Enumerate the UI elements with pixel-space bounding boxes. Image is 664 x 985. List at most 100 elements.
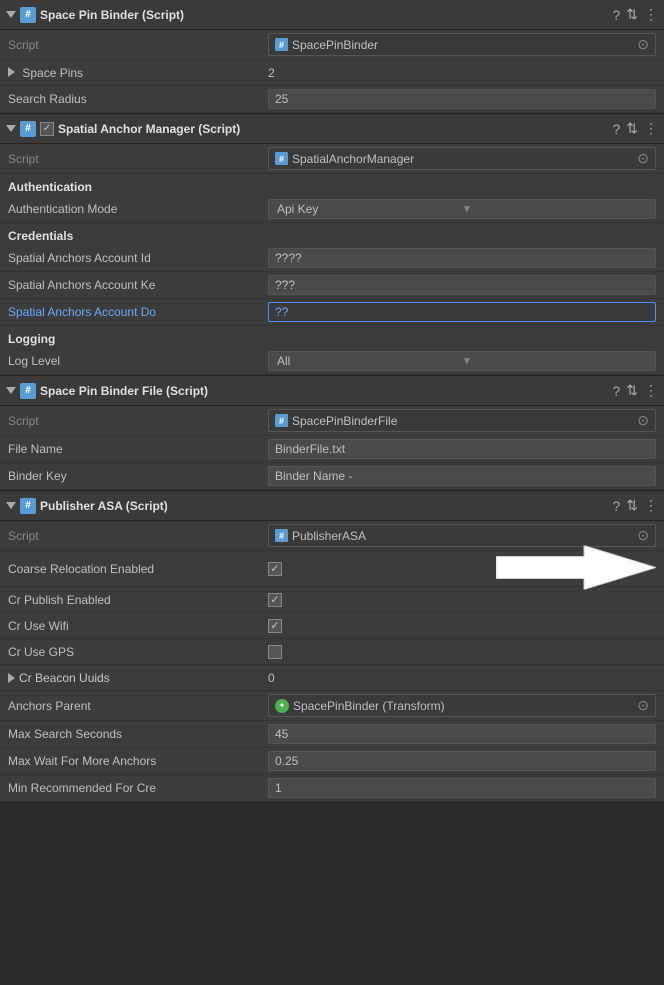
- settings-icon[interactable]: ⇅: [626, 6, 638, 23]
- space-pins-row: Space Pins 2: [0, 60, 664, 86]
- expand-icon[interactable]: [8, 67, 15, 77]
- auth-mode-dropdown[interactable]: Api Key ▼: [268, 199, 656, 219]
- account-key-input[interactable]: ???: [268, 275, 656, 295]
- space-pins-label: Space Pins: [8, 66, 268, 80]
- circle-arrow-icon[interactable]: ⊙: [637, 150, 649, 167]
- spatial-anchor-manager-title: Spatial Anchor Manager (Script): [58, 122, 612, 136]
- question-icon[interactable]: ?: [612, 383, 620, 399]
- anchors-parent-value: ✦ SpacePinBinder (Transform) ⊙: [268, 694, 656, 717]
- header-icons: ? ⇅ ⋮: [612, 6, 658, 23]
- script-value: # SpatialAnchorManager ⊙: [268, 147, 656, 170]
- cr-publish-label: Cr Publish Enabled: [8, 593, 268, 607]
- collapse-icon[interactable]: [6, 502, 16, 509]
- script-row: Script # SpacePinBinderFile ⊙: [0, 406, 664, 436]
- spatial-anchor-manager-header[interactable]: # Spatial Anchor Manager (Script) ? ⇅ ⋮: [0, 114, 664, 144]
- script-label: Script: [8, 414, 268, 428]
- cr-publish-row: Cr Publish Enabled: [0, 587, 664, 613]
- space-pin-binder-file-panel: # Space Pin Binder File (Script) ? ⇅ ⋮ S…: [0, 376, 664, 491]
- coarse-relocation-row: Coarse Relocation Enabled: [0, 551, 664, 587]
- search-radius-row: Search Radius 25: [0, 86, 664, 113]
- space-pin-binder-panel: # Space Pin Binder (Script) ? ⇅ ⋮ Script…: [0, 0, 664, 114]
- max-wait-label: Max Wait For More Anchors: [8, 754, 268, 768]
- space-pin-binder-file-header[interactable]: # Space Pin Binder File (Script) ? ⇅ ⋮: [0, 376, 664, 406]
- settings-icon[interactable]: ⇅: [626, 497, 638, 514]
- hash-icon: #: [20, 383, 36, 399]
- menu-icon[interactable]: ⋮: [644, 382, 658, 399]
- cr-publish-checkbox[interactable]: [268, 593, 282, 607]
- menu-icon[interactable]: ⋮: [644, 6, 658, 23]
- cr-gps-checkbox[interactable]: [268, 645, 282, 659]
- coarse-relocation-checkbox[interactable]: [268, 562, 282, 576]
- circle-arrow-icon[interactable]: ⊙: [637, 36, 649, 53]
- settings-icon[interactable]: ⇅: [626, 382, 638, 399]
- circle-arrow-icon[interactable]: ⊙: [637, 412, 649, 429]
- cr-publish-checkbox-wrap[interactable]: [268, 593, 286, 607]
- max-search-seconds-row: Max Search Seconds 45: [0, 721, 664, 748]
- auth-section-label: Authentication: [0, 174, 664, 196]
- search-radius-input[interactable]: 25: [268, 89, 656, 109]
- hash-icon: #: [20, 121, 36, 137]
- binder-key-input[interactable]: Binder Name -: [268, 466, 656, 486]
- account-domain-label: Spatial Anchors Account Do: [8, 305, 268, 319]
- hash-icon: #: [20, 7, 36, 23]
- circle-arrow-icon[interactable]: ⊙: [637, 527, 649, 544]
- space-pins-value: 2: [268, 66, 656, 80]
- creds-section-label: Credentials: [0, 223, 664, 245]
- account-id-row: Spatial Anchors Account Id ????: [0, 245, 664, 272]
- cr-beacon-row: Cr Beacon Uuids 0: [0, 665, 664, 691]
- cr-wifi-checkbox[interactable]: [268, 619, 282, 633]
- expand-icon[interactable]: [8, 673, 15, 683]
- circle-arrow-icon[interactable]: ⊙: [637, 697, 649, 714]
- cr-beacon-value: 0: [268, 671, 656, 685]
- collapse-icon[interactable]: [6, 387, 16, 394]
- max-search-seconds-input[interactable]: 45: [268, 724, 656, 744]
- settings-icon[interactable]: ⇅: [626, 120, 638, 137]
- account-domain-input[interactable]: ??: [268, 302, 656, 322]
- cr-wifi-checkbox-wrap[interactable]: [268, 619, 286, 633]
- space-pin-binder-title: Space Pin Binder (Script): [40, 8, 612, 22]
- coarse-relocation-checkbox-wrap[interactable]: [268, 562, 286, 576]
- coarse-relocation-section: Coarse Relocation Enabled: [0, 551, 664, 587]
- script-name: PublisherASA: [292, 529, 366, 543]
- script-name: SpatialAnchorManager: [292, 152, 414, 166]
- script-value: # SpacePinBinderFile ⊙: [268, 409, 656, 432]
- header-icons: ? ⇅ ⋮: [612, 497, 658, 514]
- hash-icon: #: [20, 498, 36, 514]
- file-name-row: File Name BinderFile.txt: [0, 436, 664, 463]
- collapse-icon[interactable]: [6, 11, 16, 18]
- question-icon[interactable]: ?: [612, 7, 620, 23]
- script-label: Script: [8, 38, 268, 52]
- account-id-input[interactable]: ????: [268, 248, 656, 268]
- question-icon[interactable]: ?: [612, 498, 620, 514]
- min-recommended-label: Min Recommended For Cre: [8, 781, 268, 795]
- publisher-asa-header[interactable]: # Publisher ASA (Script) ? ⇅ ⋮: [0, 491, 664, 521]
- collapse-icon[interactable]: [6, 125, 16, 132]
- anchors-parent-row: Anchors Parent ✦ SpacePinBinder (Transfo…: [0, 691, 664, 721]
- log-level-dropdown[interactable]: All ▼: [268, 351, 656, 371]
- binder-key-label: Binder Key: [8, 469, 268, 483]
- red-arrow-annotation: [496, 545, 656, 592]
- script-name: SpacePinBinder: [292, 38, 378, 52]
- max-wait-input[interactable]: 0.25: [268, 751, 656, 771]
- question-icon[interactable]: ?: [612, 121, 620, 137]
- script-row: Script # PublisherASA ⊙: [0, 521, 664, 551]
- publisher-asa-title: Publisher ASA (Script): [40, 499, 612, 513]
- script-hash-icon: #: [275, 152, 288, 165]
- menu-icon[interactable]: ⋮: [644, 497, 658, 514]
- cr-gps-row: Cr Use GPS: [0, 639, 664, 665]
- transform-icon: ✦: [275, 699, 289, 713]
- header-icons: ? ⇅ ⋮: [612, 382, 658, 399]
- log-level-row: Log Level All ▼: [0, 348, 664, 375]
- cr-beacon-label: Cr Beacon Uuids: [8, 671, 268, 685]
- script-row: Script # SpatialAnchorManager ⊙: [0, 144, 664, 174]
- file-name-input[interactable]: BinderFile.txt: [268, 439, 656, 459]
- min-recommended-input[interactable]: 1: [268, 778, 656, 798]
- cr-wifi-row: Cr Use Wifi: [0, 613, 664, 639]
- space-pin-binder-header[interactable]: # Space Pin Binder (Script) ? ⇅ ⋮: [0, 0, 664, 30]
- menu-icon[interactable]: ⋮: [644, 120, 658, 137]
- cr-wifi-label: Cr Use Wifi: [8, 619, 268, 633]
- enabled-checkbox[interactable]: [40, 122, 54, 136]
- script-hash-icon: #: [275, 414, 288, 427]
- min-recommended-row: Min Recommended For Cre 1: [0, 775, 664, 802]
- cr-gps-checkbox-wrap[interactable]: [268, 645, 286, 659]
